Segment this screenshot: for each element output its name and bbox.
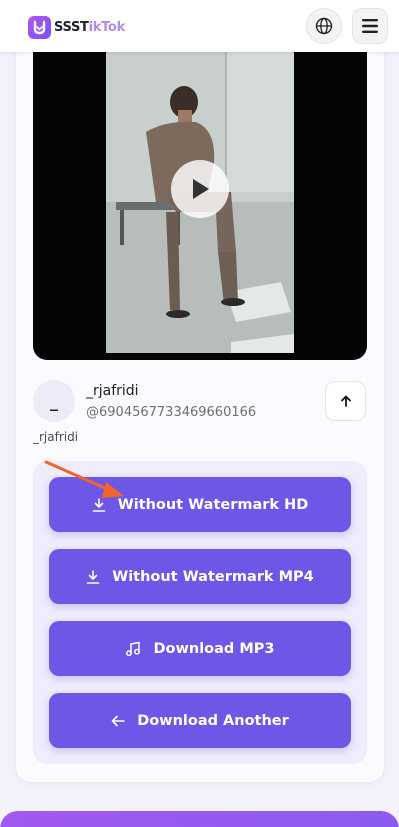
- menu-button[interactable]: [352, 8, 388, 44]
- download-icon: [86, 569, 100, 584]
- arrow-left-icon: [111, 715, 125, 727]
- download-mp3-label: Download MP3: [153, 640, 275, 657]
- music-note-icon: [125, 641, 141, 657]
- author-avatar: _: [33, 380, 75, 422]
- author-handle: @6904567733469660166: [86, 405, 257, 420]
- language-button[interactable]: [306, 8, 342, 44]
- annotation-arrow-icon: [44, 460, 124, 498]
- top-header: SSSTikTok: [0, 0, 399, 52]
- download-mp4-button[interactable]: Without Watermark MP4: [49, 549, 351, 604]
- video-caption: _rjafridi: [33, 430, 79, 444]
- arrow-up-icon: [340, 395, 351, 407]
- download-another-label: Download Another: [137, 712, 289, 729]
- scroll-top-button[interactable]: [325, 381, 366, 421]
- brand-name: SSSTikTok: [54, 20, 125, 35]
- globe-icon: [315, 17, 333, 35]
- download-mp3-button[interactable]: Download MP3: [49, 621, 351, 676]
- brand-name-accent: ikTok: [88, 19, 126, 35]
- play-button[interactable]: [171, 160, 229, 218]
- next-section-bar: [0, 811, 399, 827]
- brand-logo[interactable]: SSSTikTok: [28, 15, 125, 39]
- download-hd-label: Without Watermark HD: [117, 496, 309, 513]
- play-icon: [193, 179, 209, 199]
- author-name: _rjafridi: [86, 383, 139, 399]
- brand-name-primary: SSST: [54, 19, 89, 35]
- logo-icon: [28, 15, 51, 39]
- hamburger-menu-icon: [362, 19, 378, 33]
- download-mp4-label: Without Watermark MP4: [112, 568, 314, 585]
- download-another-button[interactable]: Download Another: [49, 693, 351, 748]
